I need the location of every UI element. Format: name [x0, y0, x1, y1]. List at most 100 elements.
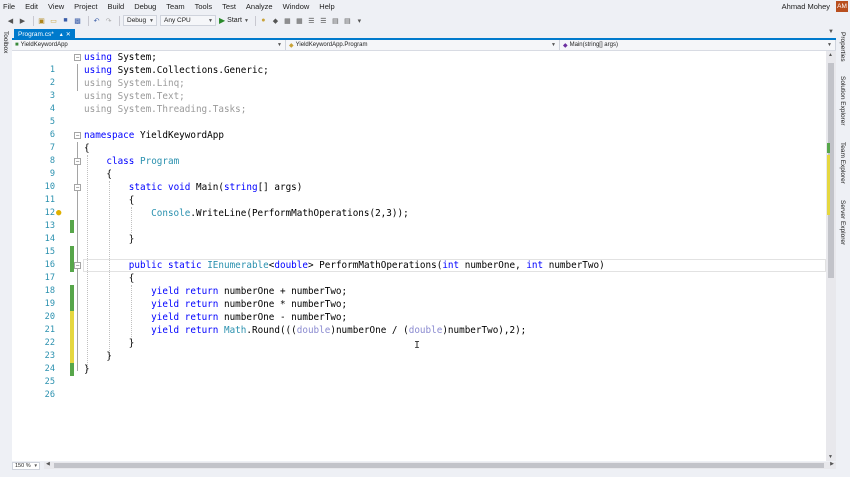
menu-team[interactable]: Team: [161, 0, 189, 13]
start-label: Start: [227, 17, 242, 24]
solution-explorer-tab[interactable]: Solution Explorer: [839, 76, 846, 126]
code-line: 9 − class Program: [12, 155, 826, 179]
overflow-icon[interactable]: ▾: [355, 16, 364, 25]
menu-build[interactable]: Build: [103, 0, 130, 13]
chevron-down-icon: ▼: [243, 17, 249, 24]
redo-icon[interactable]: ↷: [104, 16, 113, 25]
menu-project[interactable]: Project: [69, 0, 102, 13]
bookmark-icon[interactable]: ▦: [295, 16, 304, 25]
fold-toggle-icon[interactable]: −: [74, 132, 81, 139]
scroll-right-icon[interactable]: ▶: [830, 461, 834, 467]
save-all-icon[interactable]: ▩: [73, 16, 82, 25]
align-left-icon[interactable]: ☰: [307, 16, 316, 25]
code-line: 8 {: [12, 142, 826, 166]
user-name[interactable]: Ahmad Mohey: [782, 2, 830, 11]
code-line: 17 − public static IEnumerable<double> P…: [12, 259, 826, 298]
platform-select[interactable]: Any CPU ▼: [160, 15, 216, 26]
chevron-down-icon: ▼: [277, 42, 282, 48]
code-text: {: [84, 169, 112, 180]
menu-test[interactable]: Test: [217, 0, 241, 13]
code-text: {: [84, 195, 135, 206]
toolbar-separator: [88, 15, 89, 26]
toolbox-tab[interactable]: Toolbox: [2, 31, 9, 53]
scroll-left-icon[interactable]: ◀: [46, 461, 50, 467]
menu-window[interactable]: Window: [278, 0, 315, 13]
method-icon: ◆: [563, 42, 568, 49]
menu-edit[interactable]: Edit: [20, 0, 43, 13]
comment-icon[interactable]: ▤: [331, 16, 340, 25]
tab-program-cs[interactable]: Program.cs* ▴ ✕: [14, 29, 75, 40]
lightbulb-icon[interactable]: ●: [56, 207, 61, 220]
forward-icon[interactable]: ▶: [18, 16, 27, 25]
code-line: 14: [12, 220, 826, 259]
fold-toggle-icon[interactable]: −: [74, 54, 81, 61]
new-project-icon[interactable]: ▣: [37, 16, 46, 25]
toolbar: ◀ ▶ ▣ ▭ ■ ▩ ↶ ↷ Debug ▼ Any CPU ▼ ▶ Start ▼…: [0, 13, 850, 28]
code-line: 24 }: [12, 350, 826, 374]
uncomment-icon[interactable]: ▤: [343, 16, 352, 25]
align-right-icon[interactable]: ☰: [319, 16, 328, 25]
configuration-select[interactable]: Debug ▼: [123, 15, 157, 26]
code-text: using System.Text;: [84, 91, 185, 102]
toolbar-separator: [254, 15, 256, 26]
start-button[interactable]: ▶ Start ▼: [219, 16, 249, 25]
code-line: 5 using System.Threading.Tasks;: [12, 103, 826, 127]
menu-tools[interactable]: Tools: [190, 0, 218, 13]
code-line: 2 using System.Collections.Generic;: [12, 64, 826, 88]
code-text: class Program: [106, 156, 180, 167]
code-text: using System.Collections.Generic;: [84, 65, 269, 76]
scrollbar-thumb[interactable]: [54, 463, 824, 468]
code-text: yield return Math.Round(((double)numberO…: [151, 325, 527, 336]
fold-toggle-icon[interactable]: −: [74, 184, 81, 191]
document-tab-row: Program.cs* ▴ ✕ ▼: [12, 28, 836, 40]
menu-view[interactable]: View: [43, 0, 69, 13]
menu-help[interactable]: Help: [314, 0, 339, 13]
code-text: yield return numberOne - numberTwo;: [151, 312, 348, 323]
menu-analyze[interactable]: Analyze: [241, 0, 278, 13]
pin-icon[interactable]: ▴: [60, 31, 63, 38]
play-icon: ▶: [219, 16, 226, 25]
debug-target-icon[interactable]: ◆: [271, 16, 280, 25]
fold-toggle-icon[interactable]: −: [74, 262, 81, 269]
save-icon[interactable]: ■: [61, 16, 70, 25]
avatar[interactable]: AM: [836, 1, 848, 12]
horizontal-scrollbar[interactable]: ◀ ▶: [44, 461, 836, 469]
undo-icon[interactable]: ↶: [92, 16, 101, 25]
scroll-down-icon[interactable]: ▼: [828, 454, 833, 460]
class-nav-select[interactable]: ◆ YieldKeywordApp.Program ▼: [286, 40, 560, 50]
configuration-value: Debug: [127, 17, 147, 24]
code-text: namespace YieldKeywordApp: [84, 130, 224, 141]
menu-debug[interactable]: Debug: [129, 0, 161, 13]
navigation-bar: ■ YieldKeywordApp ▼ ◆ YieldKeywordApp.Pr…: [12, 40, 836, 51]
fold-toggle-icon[interactable]: −: [74, 158, 81, 165]
project-nav-select[interactable]: ■ YieldKeywordApp ▼: [12, 40, 286, 50]
find-icon[interactable]: ●: [259, 16, 268, 25]
left-tool-strip: Toolbox: [0, 28, 12, 477]
open-file-icon[interactable]: ▭: [49, 16, 58, 25]
scroll-up-icon[interactable]: ▲: [828, 52, 833, 58]
team-explorer-tab[interactable]: Team Explorer: [839, 142, 846, 184]
code-line-current: 13 ● Console.WriteLine(PerformMathOperat…: [12, 207, 826, 272]
code-text: yield return numberOne + numberTwo;: [151, 286, 348, 297]
close-icon[interactable]: ✕: [66, 31, 71, 38]
properties-tab[interactable]: Properties: [839, 32, 846, 62]
right-tool-strip: Properties Solution Explorer Team Explor…: [836, 28, 850, 477]
vertical-scrollbar[interactable]: ▲ ▼: [826, 51, 836, 461]
zoom-select[interactable]: 150 % ▼: [12, 461, 40, 470]
code-line: 11 − static void Main(string[] args): [12, 181, 826, 205]
user-area[interactable]: Ahmad Mohey AM: [782, 0, 850, 13]
member-nav-select[interactable]: ◆ Main(string[] args) ▼: [560, 40, 836, 50]
tab-overflow-icon[interactable]: ▼: [828, 29, 834, 35]
toggle-icon[interactable]: ▦: [283, 16, 292, 25]
code-line: 26: [12, 376, 826, 400]
server-explorer-tab[interactable]: Server Explorer: [839, 200, 846, 245]
code-line: 25 }: [12, 363, 826, 387]
code-line: 3 using System.Linq;: [12, 77, 826, 101]
code-editor[interactable]: 1 − using System; 2 using System.Collect…: [12, 51, 826, 461]
toolbar-separator: [33, 15, 34, 26]
code-line: 7 − namespace YieldKeywordApp: [12, 129, 826, 153]
back-icon[interactable]: ◀: [6, 16, 15, 25]
menu-file[interactable]: File: [0, 0, 20, 13]
chevron-down-icon: ▼: [827, 42, 832, 48]
code-text: }: [84, 234, 135, 245]
